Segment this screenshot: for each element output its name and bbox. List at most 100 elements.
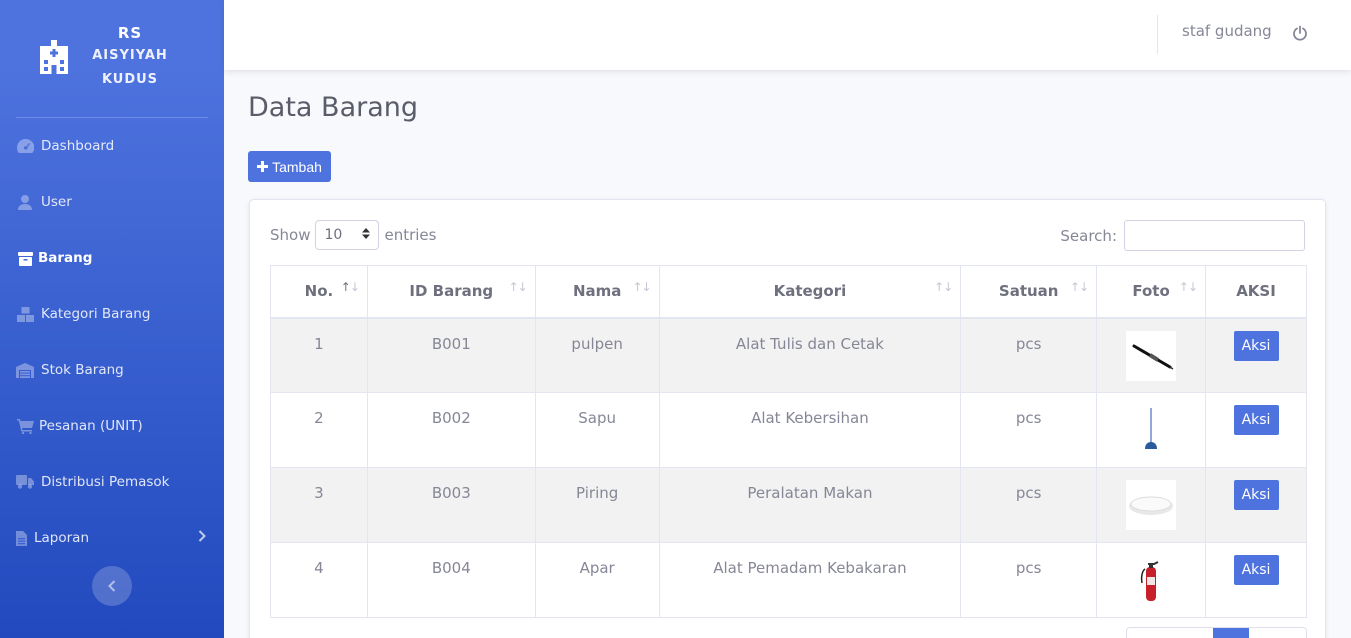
sidebar-item-user[interactable]: User [0,174,224,230]
search-control: Search: [1060,220,1305,251]
power-icon[interactable] [1292,25,1308,45]
user-icon [16,194,34,210]
cell-nama: pulpen [534,317,660,393]
cell-no: 4 [270,542,368,618]
add-button-label: Tambah [272,158,322,175]
aksi-button[interactable]: Aksi [1233,405,1279,435]
plate-photo [1126,480,1177,530]
sidebar-item-label: Kategori Barang [41,306,151,322]
sidebar-item-label: Stok Barang [41,362,124,378]
cell-foto [1096,317,1207,393]
sidebar-brand[interactable]: RS AISYIYAH KUDUS [0,0,224,100]
data-table: No. ↑↓ ID Barang ↑↓ Nama ↑↓ Kategori ↑↓ Satu… [270,265,1307,618]
sidebar-item-barang[interactable]: Barang [0,230,224,286]
col-id-barang[interactable]: ID Barang ↑↓ [366,265,536,319]
table-row: 1 B001 pulpen Alat Tulis dan Cetak pcs A… [270,317,1307,393]
aksi-button[interactable]: Aksi [1233,555,1279,585]
col-foto-label: Foto [1132,282,1170,301]
cell-kategori: Alat Pemadam Kebakaran [658,542,962,618]
sidebar-item-kategori-barang[interactable]: Kategori Barang [0,286,224,342]
cell-aksi: Aksi [1205,542,1307,618]
col-nama-label: Nama [572,282,622,301]
sidebar: RS AISYIYAH KUDUS Dashboard User Barang [0,0,224,638]
sort-icon: ↑↓ [1070,280,1089,294]
sort-icon: ↑↓ [934,280,953,294]
cell-foto [1096,467,1207,543]
sidebar-toggle-button[interactable] [92,566,132,606]
sort-icon: ↑↓ [632,280,651,294]
cell-satuan: pcs [960,467,1098,543]
cell-foto [1096,392,1207,468]
sidebar-item-dashboard[interactable]: Dashboard [0,118,224,174]
col-nama[interactable]: Nama ↑↓ [534,265,660,319]
entries-select[interactable]: 10 [315,220,380,250]
cell-no: 3 [270,467,368,543]
box-icon [16,250,34,266]
data-card: Show 10 entries Search: No. ↑↓ ID Barang ↑… [249,199,1326,638]
sidebar-item-label: Pesanan (UNIT) [39,418,143,434]
search-label: Search: [1060,226,1117,245]
chevron-right-icon [198,530,206,546]
col-kategori[interactable]: Kategori ↑↓ [658,265,962,319]
cart-icon [16,418,34,434]
page-title: Data Barang [248,92,419,123]
cell-nama: Piring [534,467,660,543]
col-foto[interactable]: Foto ↑↓ [1096,265,1207,319]
col-satuan-label: Satuan [998,282,1059,301]
boxes-icon [16,306,34,322]
sidebar-item-laporan[interactable]: Laporan [0,510,224,566]
table-header-row: No. ↑↓ ID Barang ↑↓ Nama ↑↓ Kategori ↑↓ Satu… [270,265,1307,319]
pagination-current-page[interactable] [1213,628,1249,638]
search-input[interactable] [1124,220,1305,251]
sidebar-item-label: User [41,194,72,210]
warehouse-icon [16,362,34,378]
brand-line-2: AISYIYAH [92,48,168,63]
sidebar-item-label: Laporan [34,530,90,546]
cell-id: B001 [366,317,536,393]
cell-foto [1096,542,1207,618]
show-label: Show [270,226,311,244]
sort-asc-icon: ↑↓ [340,280,360,294]
cell-satuan: pcs [960,392,1098,468]
table-row: 3 B003 Piring Peralatan Makan pcs Aksi [270,467,1307,543]
cell-aksi: Aksi [1205,392,1307,468]
chevron-left-icon [108,577,116,596]
aksi-button[interactable]: Aksi [1233,480,1279,510]
broom-photo [1126,405,1177,455]
cell-id: B003 [366,467,536,543]
sidebar-item-distribusi-pemasok[interactable]: Distribusi Pemasok [0,454,224,510]
sort-icon: ↑↓ [1178,280,1198,294]
aksi-button[interactable]: Aksi [1233,330,1279,361]
col-no-label: No. [304,282,334,301]
cell-kategori: Peralatan Makan [658,467,962,543]
brand-line-1: RS [117,24,143,42]
cell-aksi: Aksi [1205,317,1307,393]
hospital-icon [39,40,69,78]
add-button[interactable]: Tambah [248,151,331,182]
sidebar-item-pesanan[interactable]: Pesanan (UNIT) [0,398,224,454]
table-row: 4 B004 Apar Alat Pemadam Kebakaran pcs A… [270,542,1307,618]
sidebar-item-label: Dashboard [41,138,115,154]
topbar: staf gudang [224,0,1351,70]
entries-label: entries [384,226,437,244]
cell-no: 2 [270,392,368,468]
file-icon [16,530,27,546]
truck-icon [16,474,34,490]
user-name[interactable]: staf gudang [1182,22,1272,40]
cell-id: B004 [366,542,536,618]
extinguisher-photo [1126,555,1177,605]
plus-icon [257,159,269,175]
sort-icon: ↑↓ [508,280,528,294]
pen-photo [1126,330,1177,381]
col-no[interactable]: No. ↑↓ [270,265,368,319]
cell-kategori: Alat Kebersihan [658,392,962,468]
pagination[interactable] [1126,627,1307,638]
col-aksi: AKSI [1205,265,1307,319]
sidebar-item-label: Barang [38,250,93,266]
cell-no: 1 [270,317,368,393]
col-id-label: ID Barang [409,282,494,301]
cell-id: B002 [366,392,536,468]
sidebar-item-stok-barang[interactable]: Stok Barang [0,342,224,398]
col-satuan[interactable]: Satuan ↑↓ [960,265,1098,319]
cell-nama: Apar [534,542,660,618]
